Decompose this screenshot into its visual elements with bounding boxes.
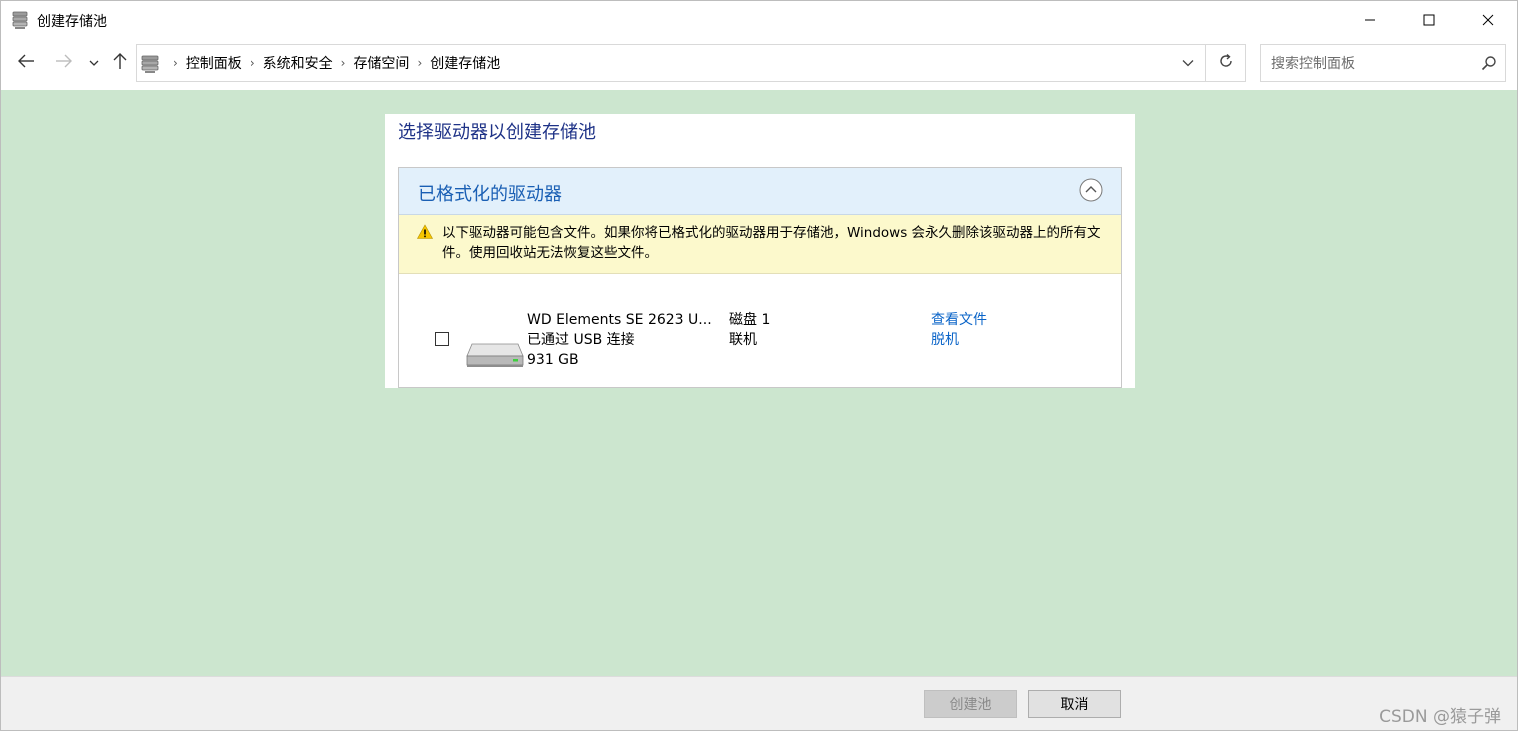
maximize-icon <box>1423 14 1435 26</box>
drive-name: WD Elements SE 2623 U... <box>527 312 712 328</box>
collapse-button[interactable] <box>1079 178 1103 202</box>
control-panel-icon <box>139 53 161 75</box>
group-title: 已格式化的驱动器 <box>418 184 562 205</box>
main-area: 选择驱动器以创建存储池 已格式化的驱动器 以下驱动器可能包含文件。如果你将已格式… <box>1 90 1517 676</box>
warning-banner: 以下驱动器可能包含文件。如果你将已格式化的驱动器用于存储池，Windows 会永… <box>399 215 1121 274</box>
warning-icon <box>416 224 434 240</box>
drive-connection: 已通过 USB 连接 <box>527 332 635 348</box>
arrow-left-icon <box>17 53 35 73</box>
search-input[interactable] <box>1269 53 1473 75</box>
close-icon <box>1482 14 1494 26</box>
create-pool-window: 创建存储池 › 控制面板 › 系统和安全 › 存储空间 › 创建存储池 搜索控制… <box>0 0 1518 731</box>
disk-number: 磁盘 1 <box>729 312 771 328</box>
chevron-right-icon[interactable]: › <box>417 56 422 70</box>
drive-checkbox[interactable] <box>435 332 449 346</box>
offline-link[interactable]: 脱机 <box>931 330 987 350</box>
refresh-button[interactable] <box>1207 45 1245 81</box>
minimize-button[interactable] <box>1341 1 1399 39</box>
drive-row: WD Elements SE 2623 U... 已通过 USB 连接 931 … <box>399 274 1121 388</box>
breadcrumb-system-security[interactable]: 系统和安全 <box>263 53 333 73</box>
group-header[interactable]: 已格式化的驱动器 <box>399 168 1121 215</box>
arrow-right-icon <box>55 53 73 73</box>
breadcrumb: › 控制面板 › 系统和安全 › 存储空间 › 创建存储池 <box>165 45 500 81</box>
chevron-right-icon[interactable]: › <box>173 56 178 70</box>
drive-size: 931 GB <box>527 352 579 368</box>
drive-info: WD Elements SE 2623 U... 已通过 USB 连接 931 … <box>527 310 712 370</box>
chevron-up-circle-icon <box>1079 178 1103 202</box>
close-button[interactable] <box>1459 1 1517 39</box>
drive-status: 磁盘 1 联机 <box>729 310 770 350</box>
refresh-icon <box>1218 53 1234 73</box>
storage-spaces-icon <box>10 10 30 30</box>
forward-button[interactable] <box>52 51 76 75</box>
navigation-bar: › 控制面板 › 系统和安全 › 存储空间 › 创建存储池 <box>1 39 1517 89</box>
breadcrumb-control-panel[interactable]: 控制面板 <box>186 53 242 73</box>
address-bar[interactable]: › 控制面板 › 系统和安全 › 存储空间 › 创建存储池 <box>136 44 1246 82</box>
chevron-right-icon[interactable]: › <box>341 56 346 70</box>
formatted-drives-group: 已格式化的驱动器 以下驱动器可能包含文件。如果你将已格式化的驱动器用于存储池，W… <box>398 167 1122 388</box>
chevron-down-icon <box>89 55 99 71</box>
page-heading: 选择驱动器以创建存储池 <box>398 122 596 143</box>
search-icon[interactable] <box>1481 55 1497 71</box>
maximize-button[interactable] <box>1400 1 1458 39</box>
title-bar: 创建存储池 <box>1 1 1517 39</box>
arrow-up-icon <box>112 52 128 74</box>
watermark: CSDN @猿子弹 <box>1379 707 1501 727</box>
window-title: 创建存储池 <box>37 14 107 30</box>
address-history-button[interactable] <box>1173 45 1203 81</box>
warning-text: 以下驱动器可能包含文件。如果你将已格式化的驱动器用于存储池，Windows 会永… <box>442 225 1101 261</box>
chevron-right-icon[interactable]: › <box>250 56 255 70</box>
view-files-link[interactable]: 查看文件 <box>931 310 987 330</box>
cancel-button[interactable]: 取消 <box>1028 690 1121 718</box>
recent-locations-button[interactable] <box>83 51 105 75</box>
breadcrumb-create-pool[interactable]: 创建存储池 <box>430 53 500 73</box>
up-button[interactable] <box>108 51 132 75</box>
back-button[interactable] <box>14 51 38 75</box>
address-divider <box>1205 45 1206 81</box>
chevron-down-icon <box>1182 55 1194 71</box>
content-panel: 选择驱动器以创建存储池 已格式化的驱动器 以下驱动器可能包含文件。如果你将已格式… <box>385 114 1135 388</box>
footer-bar: 创建池 取消 CSDN @猿子弹 <box>1 676 1517 730</box>
external-drive-icon <box>466 336 524 368</box>
create-pool-button[interactable]: 创建池 <box>924 690 1017 718</box>
minimize-icon <box>1364 14 1376 26</box>
breadcrumb-storage-spaces[interactable]: 存储空间 <box>353 53 409 73</box>
drive-links: 查看文件 脱机 <box>931 310 987 350</box>
search-box <box>1260 44 1506 82</box>
disk-status: 联机 <box>729 332 757 348</box>
